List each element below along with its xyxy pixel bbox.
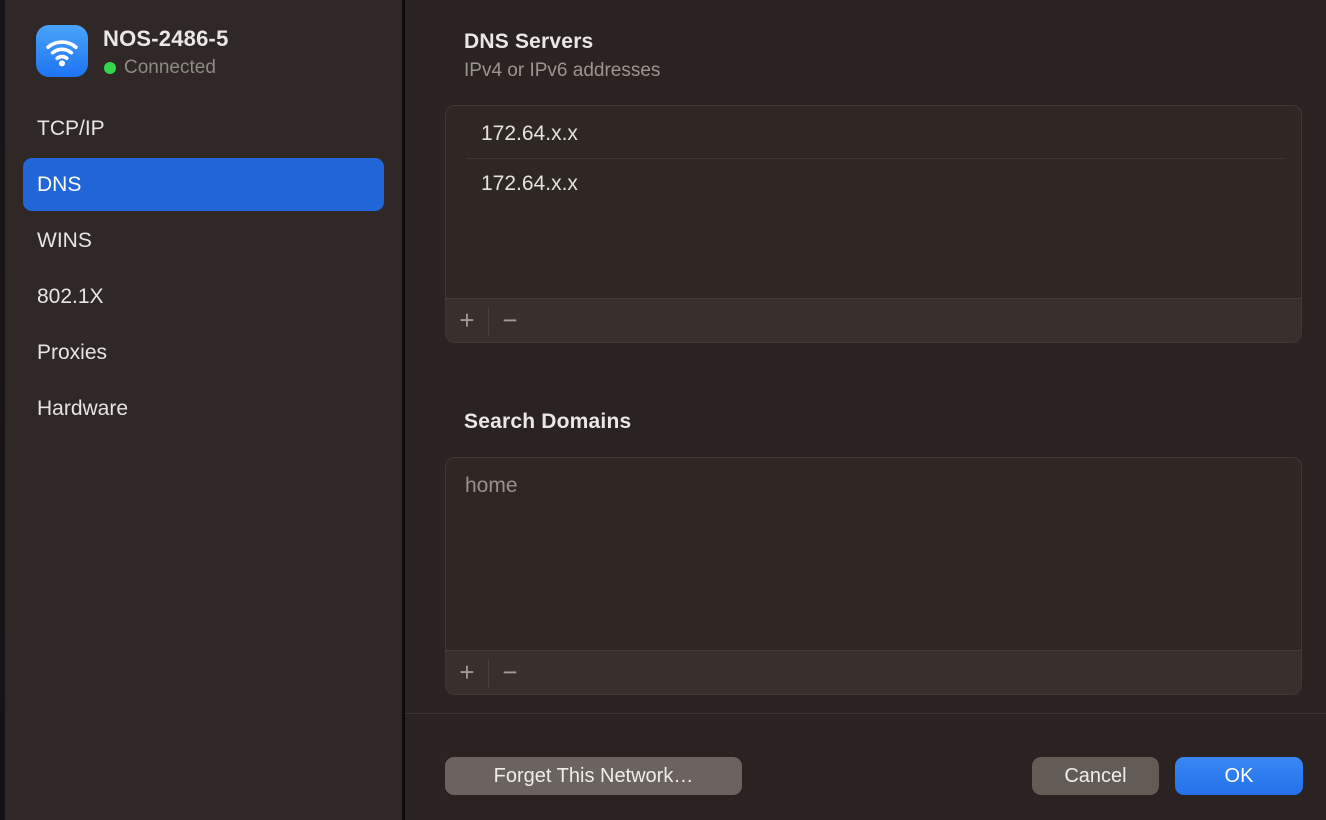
network-status: Connected bbox=[104, 57, 216, 79]
sidebar-item-dns[interactable]: DNS bbox=[23, 158, 384, 211]
dns-servers-footer: + − bbox=[446, 298, 1301, 342]
search-domains-list: home + − bbox=[445, 457, 1302, 695]
plus-icon: + bbox=[459, 657, 474, 688]
sidebar-item-label: Hardware bbox=[37, 397, 128, 421]
connected-dot-icon bbox=[104, 62, 116, 74]
remove-search-domain-button[interactable]: − bbox=[489, 651, 531, 695]
sidebar-item-hardware[interactable]: Hardware bbox=[23, 382, 384, 435]
sidebar-item-label: 802.1X bbox=[37, 285, 104, 309]
minus-icon: − bbox=[502, 657, 517, 688]
network-name: NOS-2486-5 bbox=[103, 26, 229, 52]
dns-server-row[interactable]: 172.64.x.x bbox=[446, 109, 1301, 158]
dns-servers-subtitle: IPv4 or IPv6 addresses bbox=[464, 60, 660, 82]
search-domains-footer: + − bbox=[446, 650, 1301, 694]
sidebar-item-label: WINS bbox=[37, 229, 92, 253]
add-dns-server-button[interactable]: + bbox=[446, 299, 488, 343]
search-domain-row[interactable]: home bbox=[446, 461, 1301, 510]
sidebar-item-label: TCP/IP bbox=[37, 117, 105, 141]
sidebar-item-proxies[interactable]: Proxies bbox=[23, 326, 384, 379]
wifi-details-window: NOS-2486-5 Connected TCP/IP DNS WINS 802… bbox=[0, 0, 1326, 820]
sidebar-item-tcpip[interactable]: TCP/IP bbox=[23, 102, 384, 155]
plus-icon: + bbox=[459, 305, 474, 336]
dns-server-row[interactable]: 172.64.x.x bbox=[446, 159, 1301, 208]
cancel-button[interactable]: Cancel bbox=[1032, 757, 1159, 795]
sidebar: NOS-2486-5 Connected TCP/IP DNS WINS 802… bbox=[5, 0, 402, 820]
sidebar-item-label: DNS bbox=[37, 173, 81, 197]
forget-network-button[interactable]: Forget This Network… bbox=[445, 757, 742, 795]
wifi-icon bbox=[36, 25, 88, 77]
sidebar-item-8021x[interactable]: 802.1X bbox=[23, 270, 384, 323]
footer-divider bbox=[405, 713, 1326, 714]
dns-servers-list: 172.64.x.x 172.64.x.x + − bbox=[445, 105, 1302, 343]
add-search-domain-button[interactable]: + bbox=[446, 651, 488, 695]
minus-icon: − bbox=[502, 305, 517, 336]
main-panel: DNS Servers IPv4 or IPv6 addresses 172.6… bbox=[405, 0, 1326, 820]
search-domains-heading: Search Domains bbox=[464, 410, 631, 434]
connected-label: Connected bbox=[124, 57, 216, 79]
sidebar-nav: TCP/IP DNS WINS 802.1X Proxies Hardware bbox=[23, 102, 384, 438]
sidebar-item-label: Proxies bbox=[37, 341, 107, 365]
dns-servers-heading: DNS Servers bbox=[464, 30, 593, 54]
remove-dns-server-button[interactable]: − bbox=[489, 299, 531, 343]
sidebar-item-wins[interactable]: WINS bbox=[23, 214, 384, 267]
ok-button[interactable]: OK bbox=[1175, 757, 1303, 795]
